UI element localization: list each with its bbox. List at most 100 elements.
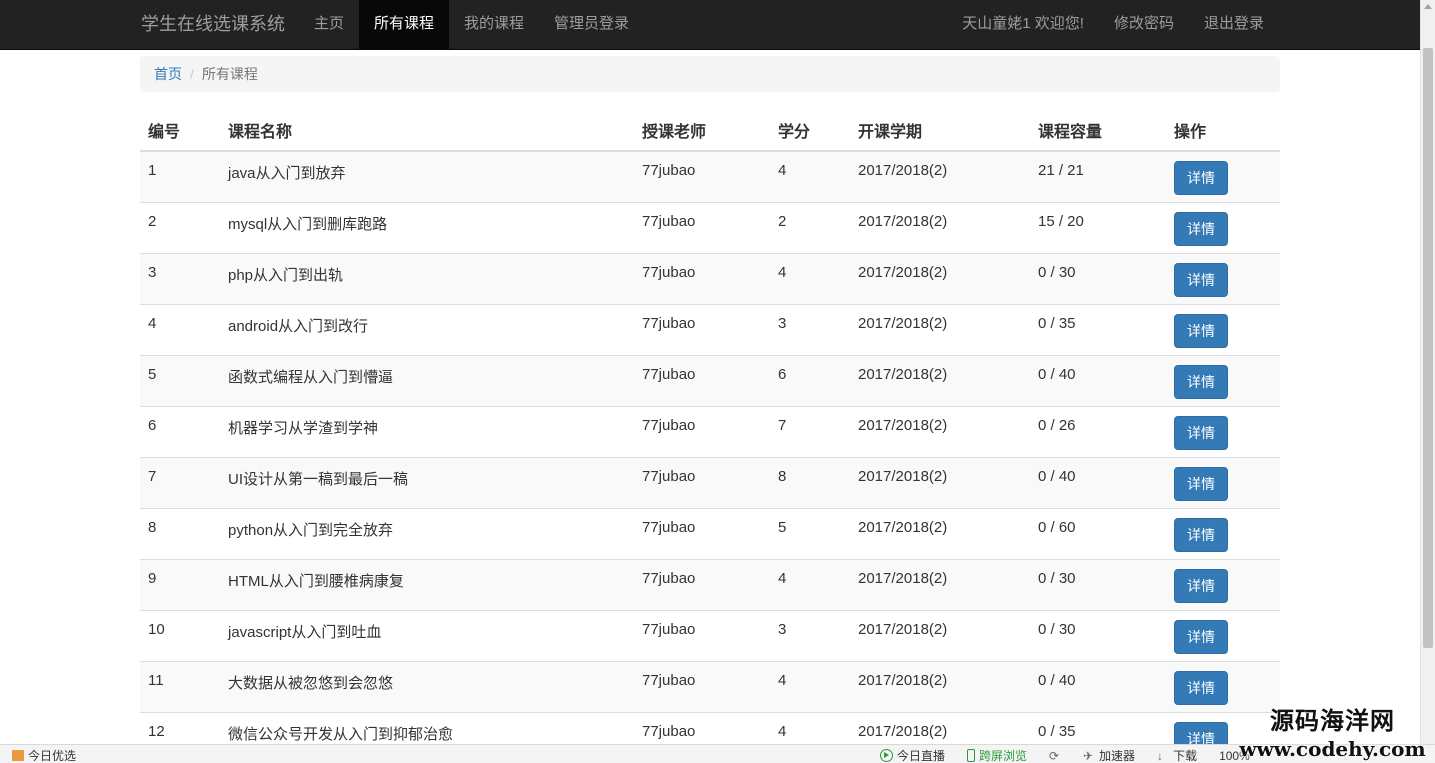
brand-title[interactable]: 学生在线选课系统 <box>141 0 285 50</box>
cell-credit: 4 <box>770 660 850 712</box>
cell-teacher: 77jubao <box>634 609 770 661</box>
cell-credit: 3 <box>770 303 850 355</box>
nav-item-my-courses[interactable]: 我的课程 <box>449 0 539 49</box>
cell-id: 6 <box>140 405 220 457</box>
statusbar-live[interactable]: 今日直播 <box>880 747 945 763</box>
scroll-up-arrow-icon[interactable] <box>1424 4 1432 9</box>
cell-id: 9 <box>140 558 220 610</box>
statusbar-download-label: 下载 <box>1173 749 1198 763</box>
cell-action: 详情 <box>1166 609 1280 661</box>
cell-capacity: 0 / 40 <box>1030 456 1166 508</box>
nav-item-home[interactable]: 主页 <box>299 0 359 49</box>
cell-capacity: 21 / 21 <box>1030 150 1166 202</box>
cell-term: 2017/2018(2) <box>850 201 1030 253</box>
statusbar-left: 今日优选 <box>12 747 76 763</box>
cell-term: 2017/2018(2) <box>850 405 1030 457</box>
course-table: 编号 课程名称 授课老师 学分 开课学期 课程容量 操作 1 java从入门到放弃… <box>140 110 1280 763</box>
cell-id: 7 <box>140 456 220 508</box>
cell-capacity: 0 / 60 <box>1030 507 1166 559</box>
cell-action: 详情 <box>1166 354 1280 406</box>
course-table-body: 1 java从入门到放弃 77jubao 4 2017/2018(2) 21 / 21 详情… <box>140 150 1280 763</box>
statusbar-today-picks[interactable]: 今日优选 <box>28 747 76 763</box>
statusbar-download[interactable]: ↓ 下载 <box>1157 747 1197 763</box>
cell-course-name: 大数据从被忽悠到会忽悠 <box>220 660 634 712</box>
cell-action: 详情 <box>1166 660 1280 712</box>
detail-button[interactable]: 详情 <box>1174 619 1228 654</box>
detail-button[interactable]: 详情 <box>1174 568 1228 603</box>
detail-button[interactable]: 详情 <box>1174 670 1228 705</box>
play-circle-icon <box>880 749 893 762</box>
cell-id: 8 <box>140 507 220 559</box>
cell-credit: 4 <box>770 252 850 304</box>
logout-link[interactable]: 退出登录 <box>1189 0 1279 49</box>
breadcrumb: 首页 / 所有课程 <box>140 56 1280 92</box>
cell-term: 2017/2018(2) <box>850 354 1030 406</box>
cell-credit: 6 <box>770 354 850 406</box>
cell-action: 详情 <box>1166 456 1280 508</box>
table-row: 10 javascript从入门到吐血 77jubao 3 2017/2018(2) 0 … <box>140 609 1280 661</box>
cell-credit: 4 <box>770 558 850 610</box>
detail-button[interactable]: 详情 <box>1174 466 1228 501</box>
browser-statusbar: 今日优选 今日直播 跨屏浏览 ⟳ ✈ 加速器 ↓ 下载 100% <box>0 744 1435 763</box>
scrollbar-thumb[interactable] <box>1423 48 1433 648</box>
cell-teacher: 77jubao <box>634 303 770 355</box>
cell-course-name: python从入门到完全放弃 <box>220 507 634 559</box>
cell-course-name: 函数式编程从入门到懵逼 <box>220 354 634 406</box>
detail-button[interactable]: 详情 <box>1174 262 1228 297</box>
cell-action: 详情 <box>1166 558 1280 610</box>
cell-capacity: 0 / 30 <box>1030 252 1166 304</box>
download-icon: ↓ <box>1157 748 1164 763</box>
statusbar-cross-screen[interactable]: 跨屏浏览 <box>967 747 1027 763</box>
cell-teacher: 77jubao <box>634 507 770 559</box>
cell-teacher: 77jubao <box>634 150 770 202</box>
nav-item-admin-login[interactable]: 管理员登录 <box>539 0 644 49</box>
cell-credit: 8 <box>770 456 850 508</box>
detail-button[interactable]: 详情 <box>1174 211 1228 246</box>
cell-credit: 2 <box>770 201 850 253</box>
detail-button[interactable]: 详情 <box>1174 364 1228 399</box>
detail-button[interactable]: 详情 <box>1174 313 1228 348</box>
cell-capacity: 0 / 35 <box>1030 303 1166 355</box>
cell-capacity: 0 / 40 <box>1030 354 1166 406</box>
header-capacity: 课程容量 <box>1030 110 1166 152</box>
header-id: 编号 <box>140 110 220 152</box>
breadcrumb-home-link[interactable]: 首页 <box>154 56 182 92</box>
cell-action: 详情 <box>1166 252 1280 304</box>
cell-capacity: 0 / 30 <box>1030 558 1166 610</box>
welcome-user-link[interactable]: 天山童姥1 欢迎您! <box>947 0 1099 49</box>
cell-capacity: 0 / 26 <box>1030 405 1166 457</box>
detail-button[interactable]: 详情 <box>1174 415 1228 450</box>
vertical-scrollbar[interactable] <box>1420 0 1435 744</box>
course-table-container: 编号 课程名称 授课老师 学分 开课学期 课程容量 操作 1 java从入门到放弃… <box>140 110 1280 763</box>
cell-course-name: android从入门到改行 <box>220 303 634 355</box>
cell-teacher: 77jubao <box>634 456 770 508</box>
table-row: 7 UI设计从第一稿到最后一稿 77jubao 8 2017/2018(2) 0 / 40… <box>140 456 1280 508</box>
statusbar-accelerator[interactable]: ✈ 加速器 <box>1083 747 1135 763</box>
detail-button[interactable]: 详情 <box>1174 517 1228 552</box>
statusbar-refresh[interactable]: ⟳ <box>1049 750 1061 762</box>
change-password-link[interactable]: 修改密码 <box>1099 0 1189 49</box>
statusbar-cross-screen-label: 跨屏浏览 <box>979 749 1028 763</box>
refresh-icon: ⟳ <box>1049 748 1060 763</box>
cell-teacher: 77jubao <box>634 405 770 457</box>
watermark-url: www.codehy.com <box>1239 737 1426 761</box>
detail-button[interactable]: 详情 <box>1174 161 1228 195</box>
cell-capacity: 15 / 20 <box>1030 201 1166 253</box>
table-row: 4 android从入门到改行 77jubao 3 2017/2018(2) 0 / 35… <box>140 303 1280 355</box>
statusbar-live-label: 今日直播 <box>897 749 946 763</box>
cell-credit: 7 <box>770 405 850 457</box>
cell-course-name: javascript从入门到吐血 <box>220 609 634 661</box>
statusbar-accelerator-label: 加速器 <box>1099 749 1136 763</box>
nav-item-all-courses[interactable]: 所有课程 <box>359 0 450 49</box>
cell-id: 3 <box>140 252 220 304</box>
phone-icon <box>967 749 976 762</box>
table-row: 1 java从入门到放弃 77jubao 4 2017/2018(2) 21 / 21 详情 <box>140 150 1280 202</box>
cell-term: 2017/2018(2) <box>850 609 1030 661</box>
cell-course-name: php从入门到出轨 <box>220 252 634 304</box>
cell-course-name: HTML从入门到腰椎病康复 <box>220 558 634 610</box>
cell-term: 2017/2018(2) <box>850 660 1030 712</box>
cell-id: 1 <box>140 150 220 202</box>
header-action: 操作 <box>1166 110 1280 152</box>
cell-action: 详情 <box>1166 405 1280 457</box>
cell-teacher: 77jubao <box>634 558 770 610</box>
